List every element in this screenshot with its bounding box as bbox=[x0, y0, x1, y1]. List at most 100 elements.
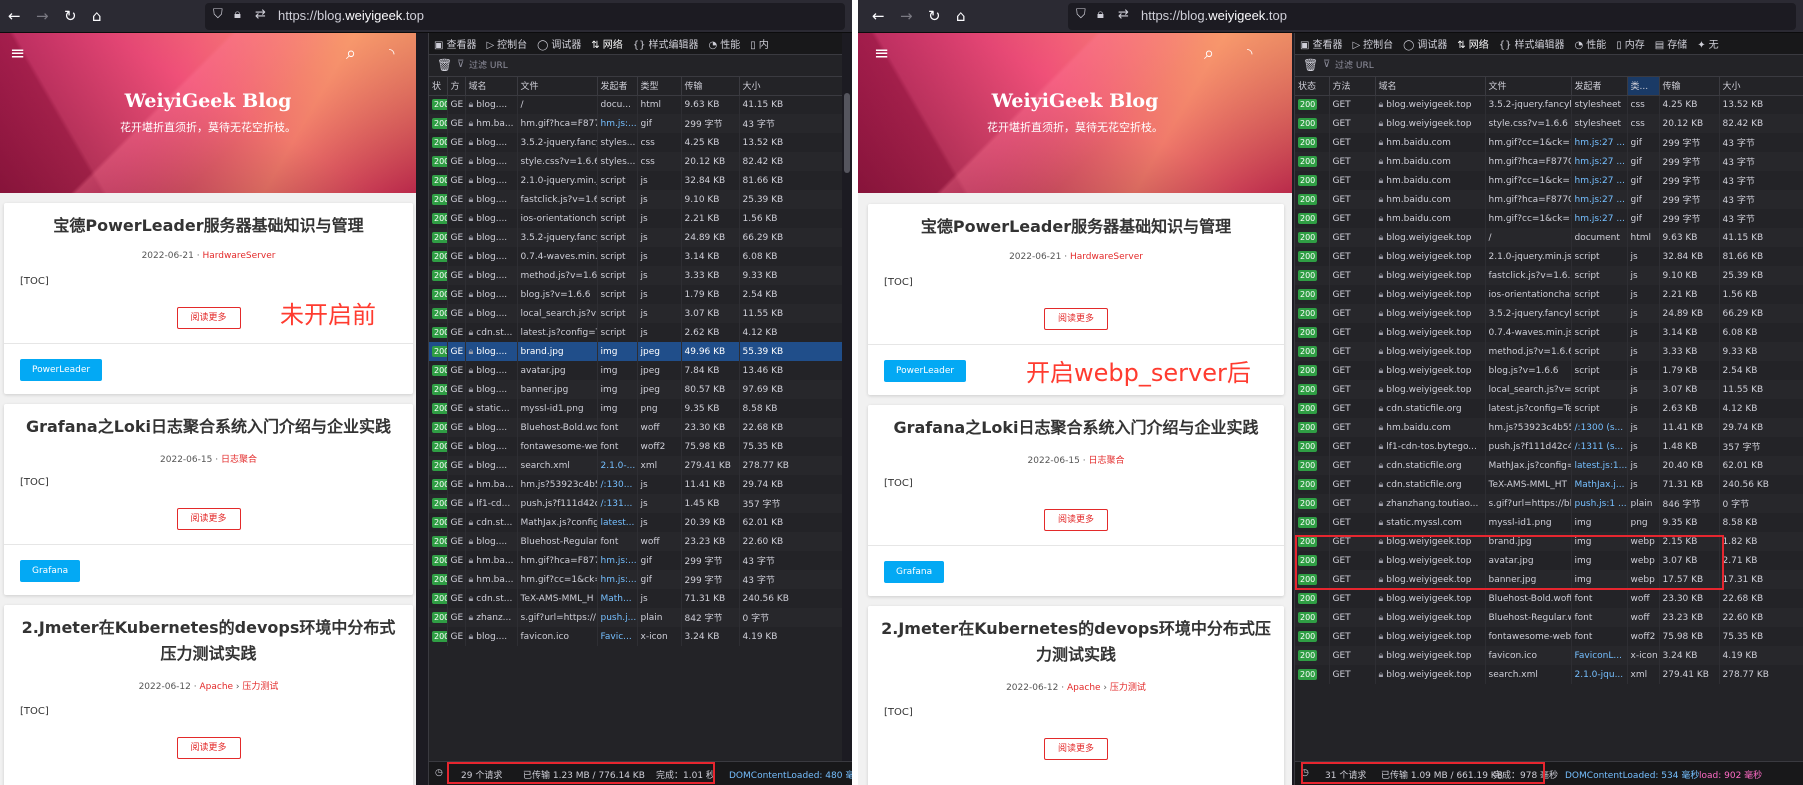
request-row[interactable]: 200GE🔒︎blog....search.xml2.1.0-...xml279… bbox=[429, 456, 844, 475]
request-row[interactable]: 200GE🔒︎blog....favicon.icoFavic...x-icon… bbox=[429, 627, 844, 646]
column-header[interactable]: 文件 bbox=[1485, 77, 1572, 96]
devtools-tab[interactable]: ▣ 查看器 bbox=[429, 35, 481, 54]
menu-icon[interactable]: ≡ bbox=[874, 45, 889, 63]
category-link[interactable]: HardwareServer bbox=[1070, 252, 1143, 262]
devtools-tab[interactable]: ◯ 调试器 bbox=[532, 35, 586, 54]
request-row[interactable]: 200GE🔒︎blog....blog.js?v=1.6.6scriptjs1.… bbox=[429, 285, 844, 304]
column-header[interactable]: 状 bbox=[429, 77, 448, 96]
tag-button[interactable]: PowerLeader bbox=[884, 360, 967, 382]
category-link[interactable]: 压力测试 bbox=[1110, 683, 1146, 693]
request-row[interactable]: 200 GET 🔒︎ zhanzhang.toutiao... s.gif?url=ht… bbox=[1295, 494, 1803, 513]
request-row[interactable]: 200 GET 🔒︎ blog.weiyigeek.top favicon.ico Fav… bbox=[1295, 646, 1803, 665]
scrollbar-thumb[interactable] bbox=[844, 93, 850, 173]
category-link[interactable]: 压力测试 bbox=[242, 682, 278, 692]
request-row[interactable]: 200 GET 🔒︎ blog.weiyigeek.top search.xml 2.1.… bbox=[1295, 665, 1803, 684]
permissions-icon[interactable]: ⇄ bbox=[255, 7, 266, 22]
request-row[interactable]: 200 GET 🔒︎ blog.weiyigeek.top method.js?v=1.… bbox=[1295, 342, 1803, 361]
request-row[interactable]: 200GE🔒︎lf1-cd...push.js?f111d42c/:131...… bbox=[429, 494, 844, 513]
request-row[interactable]: 200 GET 🔒︎ lf1-cdn-tos.bytego... push.js?f11… bbox=[1295, 437, 1803, 456]
devtools-tab[interactable]: ▯ 内存 bbox=[1611, 35, 1650, 54]
request-row[interactable]: 200 GET 🔒︎ blog.weiyigeek.top local_search.j… bbox=[1295, 380, 1803, 399]
lock-icon[interactable]: 🔒︎ bbox=[234, 7, 241, 22]
request-row[interactable]: 200 GET 🔒︎ static.myssl.com myssl-id1.png img… bbox=[1295, 513, 1803, 532]
initiator-link[interactable]: hm.js:27 ... bbox=[1575, 176, 1625, 186]
column-header[interactable]: 发起者 bbox=[1571, 77, 1628, 96]
request-row[interactable]: 200GE🔒︎blog....Bluehost-Bold.wofontwoff2… bbox=[429, 418, 844, 437]
column-header[interactable]: 传输 bbox=[681, 77, 740, 96]
scrollbar[interactable] bbox=[842, 33, 852, 761]
blog-title[interactable]: WeiyiGeek Blog bbox=[858, 90, 1292, 112]
devtools-tab[interactable]: ✦ 无 bbox=[1692, 35, 1723, 54]
devtools-tab[interactable]: ▷ 控制台 bbox=[1347, 35, 1398, 54]
request-row[interactable]: 200GE🔒︎blog....Bluehost-Regular.fontwoff… bbox=[429, 532, 844, 551]
initiator-link[interactable]: hm.js:27 ... bbox=[1575, 214, 1625, 224]
request-row[interactable]: 200 GET 🔒︎ blog.weiyigeek.top brand.jpg img we… bbox=[1295, 532, 1803, 551]
request-row[interactable]: 200GE🔒︎hm.ba...hm.js?53923c4b5/:130...js… bbox=[429, 475, 844, 494]
url-filter-input[interactable] bbox=[469, 58, 669, 74]
request-row[interactable]: 200 GET 🔒︎ blog.weiyigeek.top style.css?v=1.… bbox=[1295, 114, 1803, 133]
read-more-button[interactable]: 阅读更多 bbox=[1044, 738, 1108, 760]
request-row[interactable]: 200 GET 🔒︎ hm.baidu.com hm.gif?hca=F877C hm.j… bbox=[1295, 190, 1803, 209]
back-icon[interactable]: ← bbox=[8, 8, 21, 24]
read-more-button[interactable]: 阅读更多 bbox=[1044, 308, 1108, 330]
request-row[interactable]: 200GE🔒︎blog....fontawesome-wefontwoff275… bbox=[429, 437, 844, 456]
request-row[interactable]: 200GE🔒︎cdn.st...latest.js?config=Tscript… bbox=[429, 323, 844, 342]
trash-icon[interactable]: 🗑︎ bbox=[1303, 58, 1318, 72]
column-header[interactable]: 发起者 bbox=[597, 77, 638, 96]
column-header[interactable]: 传输 bbox=[1659, 77, 1720, 96]
column-header[interactable]: 文件 bbox=[517, 77, 598, 96]
request-row[interactable]: 200GE🔒︎blog....fastclick.js?v=1.6.script… bbox=[429, 190, 844, 209]
initiator-link[interactable]: hm.js:27 ... bbox=[1575, 195, 1625, 205]
url-filter-input[interactable] bbox=[1335, 58, 1535, 74]
menu-icon[interactable]: ≡ bbox=[10, 45, 25, 63]
forward-icon[interactable]: → bbox=[36, 8, 49, 24]
initiator-link[interactable]: 2.1.0-... bbox=[601, 461, 636, 471]
initiator-link[interactable]: 2.1.0-jqu... bbox=[1575, 670, 1624, 680]
request-row[interactable]: 200GE🔒︎blog....3.5.2-jquery.fancystyles.… bbox=[429, 133, 844, 152]
post-title[interactable]: Grafana之Loki日志聚合系统入门介绍与企业实践 bbox=[14, 414, 403, 440]
post-title[interactable]: 宝德PowerLeader服务器基础知识与管理 bbox=[14, 213, 403, 239]
initiator-link[interactable]: hm.js:27 ... bbox=[1575, 138, 1625, 148]
request-row[interactable]: 200GE🔒︎hm.ba...hm.gif?hca=F877hm.js:...g… bbox=[429, 114, 844, 133]
request-row[interactable]: 200GE🔒︎blog....2.1.0-jquery.min.jscriptj… bbox=[429, 171, 844, 190]
initiator-link[interactable]: push.js:1 ... bbox=[1575, 499, 1627, 509]
blog-title[interactable]: WeiyiGeek Blog bbox=[0, 90, 416, 112]
initiator-link[interactable]: /:131... bbox=[601, 499, 633, 509]
request-row[interactable]: 200 GET 🔒︎ blog.weiyigeek.top 0.7.4-waves.mi… bbox=[1295, 323, 1803, 342]
column-header[interactable]: 方法 bbox=[1329, 77, 1376, 96]
devtools-tab[interactable]: ⇅ 网络 bbox=[1452, 35, 1493, 54]
request-row[interactable]: 200GE🔒︎hm.ba...hm.gif?hca=F877hm.js:...g… bbox=[429, 551, 844, 570]
read-more-button[interactable]: 阅读更多 bbox=[176, 737, 241, 759]
request-row[interactable]: 200 GET 🔒︎ blog.weiyigeek.top 3.5.2-jquery.f… bbox=[1295, 304, 1803, 323]
shield-icon[interactable]: ⛉ bbox=[213, 7, 223, 22]
request-row[interactable]: 200 GET 🔒︎ hm.baidu.com hm.gif?cc=1&ck=1 hm.j… bbox=[1295, 171, 1803, 190]
request-row[interactable]: 200 GET 🔒︎ blog.weiyigeek.top fontawesome-we… bbox=[1295, 627, 1803, 646]
initiator-link[interactable]: /:1300 (s... bbox=[1575, 423, 1624, 433]
lock-icon[interactable]: 🔒︎ bbox=[1097, 7, 1104, 22]
permissions-icon[interactable]: ⇄ bbox=[1118, 7, 1129, 22]
category-link[interactable]: 日志聚合 bbox=[1088, 456, 1124, 466]
request-row[interactable]: 200GE🔒︎hm.ba...hm.gif?cc=1&ck=hm.js:...g… bbox=[429, 570, 844, 589]
home-icon[interactable]: ⌂ bbox=[92, 8, 102, 24]
initiator-link[interactable]: push.j... bbox=[601, 613, 637, 623]
request-row[interactable]: 200 GET 🔒︎ blog.weiyigeek.top Bluehost-Regul… bbox=[1295, 608, 1803, 627]
url-field[interactable]: ⛉ 🔒︎ ⇄ https://blog.weiyigeek.top bbox=[205, 3, 845, 30]
initiator-link[interactable]: latest... bbox=[601, 518, 635, 528]
read-more-button[interactable]: 阅读更多 bbox=[176, 508, 241, 530]
request-row[interactable]: 200GE🔒︎blog....ios-orientationchscriptjs… bbox=[429, 209, 844, 228]
tag-button[interactable]: Grafana bbox=[20, 560, 81, 582]
column-header[interactable]: 类... bbox=[1627, 77, 1660, 96]
request-row[interactable]: 200GE🔒︎blog....avatar.jpgimgjpeg7.84 KB1… bbox=[429, 361, 844, 380]
request-row[interactable]: 200 GET 🔒︎ blog.weiyigeek.top ios-orientatio… bbox=[1295, 285, 1803, 304]
rss-icon[interactable]: ◝ bbox=[1247, 45, 1252, 63]
devtools-tab[interactable]: ▯ 内 bbox=[745, 35, 774, 54]
rss-icon[interactable]: ◝ bbox=[389, 45, 394, 63]
home-icon[interactable]: ⌂ bbox=[956, 8, 966, 24]
request-row[interactable]: 200GE🔒︎blog....local_search.js?v=scriptj… bbox=[429, 304, 844, 323]
initiator-link[interactable]: FaviconL... bbox=[1575, 651, 1622, 661]
initiator-link[interactable]: hm.js:... bbox=[601, 119, 637, 129]
devtools-tab[interactable]: ◔ 性能 bbox=[1569, 35, 1611, 54]
trash-icon[interactable]: 🗑︎ bbox=[437, 58, 452, 72]
category-link[interactable]: HardwareServer bbox=[202, 251, 275, 261]
post-title[interactable]: 2.Jmeter在Kubernetes的devops环境中分布式压力测试实践 bbox=[878, 616, 1274, 668]
